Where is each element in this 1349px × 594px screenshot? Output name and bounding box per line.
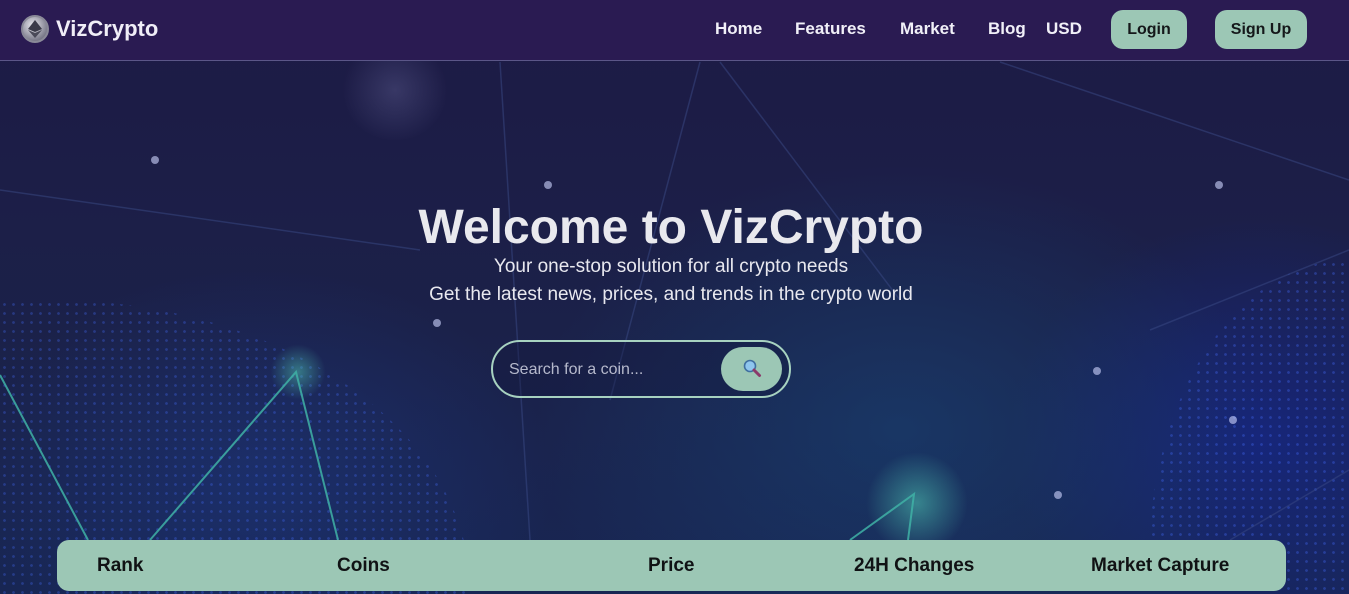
magnifier-icon (742, 358, 762, 381)
brand-name: VizCrypto (56, 16, 159, 41)
column-header-coins[interactable]: Coins (337, 555, 390, 577)
hero-title: Welcome to VizCrypto (418, 201, 924, 254)
column-header-rank[interactable]: Rank (97, 555, 143, 577)
column-header-24h-changes[interactable]: 24H Changes (854, 555, 974, 577)
nav-link-market[interactable]: Market (900, 19, 955, 39)
ethereum-coin-icon (21, 15, 49, 43)
coin-search-box (491, 340, 791, 398)
coin-table-header: Rank Coins Price 24H Changes Market Capt… (57, 540, 1286, 591)
column-header-price[interactable]: Price (648, 555, 694, 577)
nav-link-home[interactable]: Home (715, 19, 762, 39)
brand[interactable]: VizCrypto (21, 15, 158, 43)
hero-description: Get the latest news, prices, and trends … (429, 284, 913, 305)
currency-selector[interactable]: USD (1046, 19, 1082, 39)
column-header-market-capture[interactable]: Market Capture (1091, 555, 1229, 577)
login-button[interactable]: Login (1111, 10, 1187, 49)
search-button[interactable] (721, 347, 782, 391)
nav-link-features[interactable]: Features (795, 19, 866, 39)
top-navbar: VizCrypto Home Features Market Blog USD … (0, 0, 1349, 61)
hero-subtitle: Your one-stop solution for all crypto ne… (493, 256, 849, 277)
signup-button[interactable]: Sign Up (1215, 10, 1307, 49)
coin-search-input[interactable] (507, 355, 711, 385)
nav-link-blog[interactable]: Blog (988, 19, 1026, 39)
